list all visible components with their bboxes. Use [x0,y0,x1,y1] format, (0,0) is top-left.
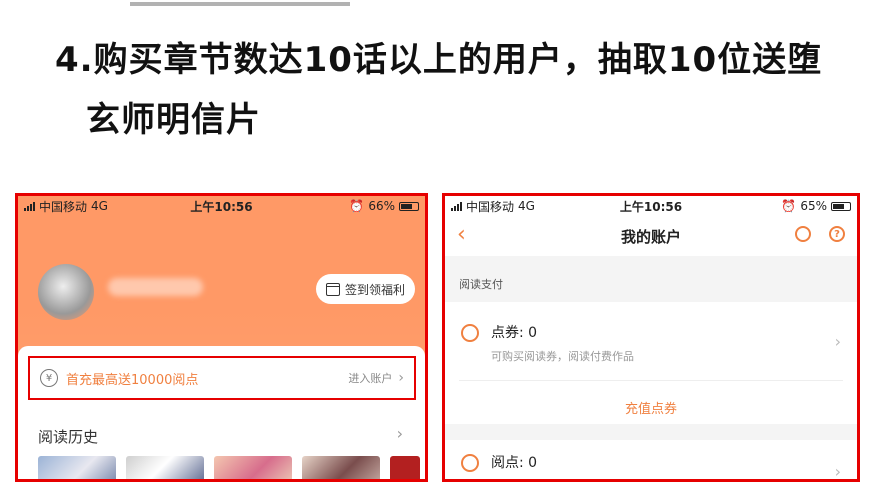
reading-history-title[interactable]: 阅读历史 [38,426,98,447]
headline-line-2: 玄师明信片 [86,100,261,140]
points-balance: 阅点: 0 [491,455,538,471]
right-screenshot: 中国移动 4G 上午10:56 ⏰ 65% 我的账户 ‹ ? 阅读支付 点券: … [442,193,860,482]
chevron-right-icon: › [398,370,404,386]
battery-percent: 66% [368,199,395,213]
recharge-coupons-button[interactable]: 充值点券 [445,398,857,417]
cut-off-text-fragment [130,0,350,6]
comic-thumbnail[interactable] [126,456,204,479]
network: 4G [91,199,108,213]
help-icon[interactable]: ? [829,226,845,242]
signal-icon [24,201,35,211]
yen-icon: ¥ [40,369,58,387]
comic-thumbnail[interactable] [302,456,380,479]
status-bar: 中国移动 4G 上午10:56 ⏰ 65% [445,196,857,216]
time: 上午10:56 [619,199,683,214]
promo-text: 首充最高送10000阅点 [66,372,199,388]
checkin-label: 签到领福利 [344,282,405,297]
time: 上午10:56 [190,199,253,214]
alarm-icon: ⏰ [349,199,365,213]
comic-thumbnail[interactable] [390,456,420,479]
coupons-balance: 点券: 0 [491,325,538,341]
comic-thumbnail[interactable] [38,456,116,479]
recharge-promo-banner[interactable]: ¥ 首充最高送10000阅点 进入账户 › [28,356,416,400]
status-bar: 中国移动 4G 上午10:56 ⏰ 66% [18,196,425,216]
username-blurred [108,278,203,296]
carrier: 中国移动 [39,199,88,214]
history-thumbnails [38,456,420,479]
chevron-right-icon[interactable]: › [835,462,841,479]
page-title: 我的账户 [620,227,681,246]
avatar[interactable] [38,264,94,320]
battery-percent: 65% [800,199,827,213]
section-label: 阅读支付 [459,278,503,291]
chevron-right-icon[interactable]: › [835,332,841,351]
enter-account-link[interactable]: 进入账户 [348,370,392,386]
comic-thumbnail[interactable] [214,456,292,479]
coupon-icon [461,324,479,342]
points-panel: 阅点: 0 › [445,440,857,479]
coupons-description: 可购买阅读券，阅读付费作品 [491,350,634,363]
alarm-icon: ⏰ [781,199,797,213]
signal-icon [451,201,462,211]
network: 4G [518,199,535,213]
back-arrow-icon[interactable]: ‹ [457,222,466,247]
calendar-icon [325,282,340,296]
divider [459,380,843,381]
headline-line-1: 4.购买章节数达10话以上的用户，抽取10位送堕 [55,40,823,80]
battery-icon [831,201,851,211]
checkin-button[interactable]: 签到领福利 [315,274,415,304]
coupons-panel: 点券: 0 可购买阅读券，阅读付费作品 › 充值点券 [445,302,857,424]
battery-icon [399,201,419,211]
carrier: 中国移动 [466,199,515,214]
left-screenshot: 中国移动 4G 上午10:56 ⏰ 66% 签到领福利 ¥ 首充最高送10000… [15,193,428,482]
chevron-right-icon[interactable]: › [397,424,403,443]
points-icon [461,454,479,472]
coin-icon[interactable] [795,226,811,242]
